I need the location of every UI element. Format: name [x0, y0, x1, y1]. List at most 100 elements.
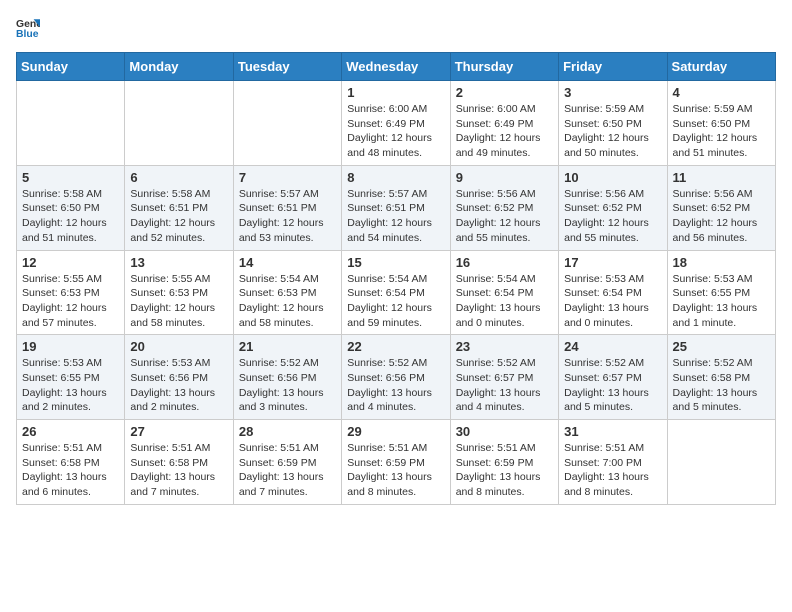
- day-info: Sunrise: 5:51 AM Sunset: 6:58 PM Dayligh…: [22, 441, 119, 500]
- page-header: General Blue: [16, 16, 776, 40]
- day-info: Sunrise: 5:51 AM Sunset: 6:59 PM Dayligh…: [347, 441, 444, 500]
- weekday-header-wednesday: Wednesday: [342, 53, 450, 81]
- day-number: 18: [673, 255, 770, 270]
- day-cell: 11 Sunrise: 5:56 AM Sunset: 6:52 PM Dayli…: [667, 165, 775, 250]
- day-number: 21: [239, 339, 336, 354]
- day-number: 9: [456, 170, 553, 185]
- weekday-header-tuesday: Tuesday: [233, 53, 341, 81]
- day-info: Sunrise: 5:54 AM Sunset: 6:53 PM Dayligh…: [239, 272, 336, 331]
- day-cell: 30 Sunrise: 5:51 AM Sunset: 6:59 PM Dayli…: [450, 420, 558, 505]
- day-cell: 16 Sunrise: 5:54 AM Sunset: 6:54 PM Dayli…: [450, 250, 558, 335]
- day-info: Sunrise: 5:58 AM Sunset: 6:51 PM Dayligh…: [130, 187, 227, 246]
- day-number: 15: [347, 255, 444, 270]
- day-cell: 6 Sunrise: 5:58 AM Sunset: 6:51 PM Daylig…: [125, 165, 233, 250]
- day-cell: [233, 81, 341, 166]
- day-number: 16: [456, 255, 553, 270]
- day-cell: 22Sunrise: 5:52 AM Sunset: 6:56 PM Dayli…: [342, 335, 450, 420]
- day-info: Sunrise: 5:53 AM Sunset: 6:55 PM Dayligh…: [673, 272, 770, 331]
- day-cell: [667, 420, 775, 505]
- day-info: Sunrise: 5:52 AM Sunset: 6:56 PM Dayligh…: [239, 356, 336, 415]
- day-number: 13: [130, 255, 227, 270]
- day-cell: 4 Sunrise: 5:59 AM Sunset: 6:50 PM Daylig…: [667, 81, 775, 166]
- day-number: 23: [456, 339, 553, 354]
- day-cell: 20Sunrise: 5:53 AM Sunset: 6:56 PM Dayli…: [125, 335, 233, 420]
- day-number: 31: [564, 424, 661, 439]
- day-info: Sunrise: 5:53 AM Sunset: 6:55 PM Dayligh…: [22, 356, 119, 415]
- day-cell: 3 Sunrise: 5:59 AM Sunset: 6:50 PM Daylig…: [559, 81, 667, 166]
- day-number: 11: [673, 170, 770, 185]
- logo-icon: General Blue: [16, 16, 40, 40]
- day-number: 1: [347, 85, 444, 100]
- week-row-2: 5 Sunrise: 5:58 AM Sunset: 6:50 PM Daylig…: [17, 165, 776, 250]
- day-number: 27: [130, 424, 227, 439]
- day-info: Sunrise: 5:54 AM Sunset: 6:54 PM Dayligh…: [347, 272, 444, 331]
- day-info: Sunrise: 5:54 AM Sunset: 6:54 PM Dayligh…: [456, 272, 553, 331]
- day-number: 10: [564, 170, 661, 185]
- day-cell: 19Sunrise: 5:53 AM Sunset: 6:55 PM Dayli…: [17, 335, 125, 420]
- day-number: 2: [456, 85, 553, 100]
- day-number: 29: [347, 424, 444, 439]
- day-number: 6: [130, 170, 227, 185]
- day-cell: 17 Sunrise: 5:53 AM Sunset: 6:54 PM Dayli…: [559, 250, 667, 335]
- day-cell: 12 Sunrise: 5:55 AM Sunset: 6:53 PM Dayli…: [17, 250, 125, 335]
- day-number: 25: [673, 339, 770, 354]
- day-cell: 26 Sunrise: 5:51 AM Sunset: 6:58 PM Dayli…: [17, 420, 125, 505]
- day-cell: 29 Sunrise: 5:51 AM Sunset: 6:59 PM Dayli…: [342, 420, 450, 505]
- day-info: Sunrise: 5:59 AM Sunset: 6:50 PM Dayligh…: [564, 102, 661, 161]
- day-info: Sunrise: 5:55 AM Sunset: 6:53 PM Dayligh…: [130, 272, 227, 331]
- day-number: 14: [239, 255, 336, 270]
- day-info: Sunrise: 5:52 AM Sunset: 6:57 PM Dayligh…: [456, 356, 553, 415]
- day-info: Sunrise: 5:55 AM Sunset: 6:53 PM Dayligh…: [22, 272, 119, 331]
- day-cell: 18 Sunrise: 5:53 AM Sunset: 6:55 PM Dayli…: [667, 250, 775, 335]
- day-info: Sunrise: 5:51 AM Sunset: 7:00 PM Dayligh…: [564, 441, 661, 500]
- logo: General Blue: [16, 16, 42, 40]
- day-number: 5: [22, 170, 119, 185]
- day-cell: 14 Sunrise: 5:54 AM Sunset: 6:53 PM Dayli…: [233, 250, 341, 335]
- day-info: Sunrise: 5:51 AM Sunset: 6:59 PM Dayligh…: [456, 441, 553, 500]
- day-info: Sunrise: 6:00 AM Sunset: 6:49 PM Dayligh…: [456, 102, 553, 161]
- day-cell: [17, 81, 125, 166]
- day-info: Sunrise: 5:51 AM Sunset: 6:59 PM Dayligh…: [239, 441, 336, 500]
- day-cell: 7 Sunrise: 5:57 AM Sunset: 6:51 PM Daylig…: [233, 165, 341, 250]
- day-cell: 5 Sunrise: 5:58 AM Sunset: 6:50 PM Daylig…: [17, 165, 125, 250]
- day-cell: 10Sunrise: 5:56 AM Sunset: 6:52 PM Dayli…: [559, 165, 667, 250]
- day-info: Sunrise: 5:59 AM Sunset: 6:50 PM Dayligh…: [673, 102, 770, 161]
- day-info: Sunrise: 5:52 AM Sunset: 6:57 PM Dayligh…: [564, 356, 661, 415]
- week-row-3: 12 Sunrise: 5:55 AM Sunset: 6:53 PM Dayli…: [17, 250, 776, 335]
- day-cell: 28 Sunrise: 5:51 AM Sunset: 6:59 PM Dayli…: [233, 420, 341, 505]
- weekday-header-monday: Monday: [125, 53, 233, 81]
- day-info: Sunrise: 5:57 AM Sunset: 6:51 PM Dayligh…: [347, 187, 444, 246]
- day-number: 12: [22, 255, 119, 270]
- day-cell: 13 Sunrise: 5:55 AM Sunset: 6:53 PM Dayli…: [125, 250, 233, 335]
- day-number: 24: [564, 339, 661, 354]
- day-number: 30: [456, 424, 553, 439]
- day-cell: 9 Sunrise: 5:56 AM Sunset: 6:52 PM Daylig…: [450, 165, 558, 250]
- day-cell: 15 Sunrise: 5:54 AM Sunset: 6:54 PM Dayli…: [342, 250, 450, 335]
- day-number: 28: [239, 424, 336, 439]
- day-info: Sunrise: 5:56 AM Sunset: 6:52 PM Dayligh…: [456, 187, 553, 246]
- day-info: Sunrise: 5:58 AM Sunset: 6:50 PM Dayligh…: [22, 187, 119, 246]
- day-info: Sunrise: 5:56 AM Sunset: 6:52 PM Dayligh…: [673, 187, 770, 246]
- day-info: Sunrise: 5:53 AM Sunset: 6:56 PM Dayligh…: [130, 356, 227, 415]
- week-row-4: 19Sunrise: 5:53 AM Sunset: 6:55 PM Dayli…: [17, 335, 776, 420]
- day-number: 3: [564, 85, 661, 100]
- svg-text:Blue: Blue: [16, 29, 39, 40]
- day-number: 8: [347, 170, 444, 185]
- weekday-header-thursday: Thursday: [450, 53, 558, 81]
- day-cell: 27Sunrise: 5:51 AM Sunset: 6:58 PM Dayli…: [125, 420, 233, 505]
- weekday-header-sunday: Sunday: [17, 53, 125, 81]
- weekday-header-row: SundayMondayTuesdayWednesdayThursdayFrid…: [17, 53, 776, 81]
- day-cell: 8 Sunrise: 5:57 AM Sunset: 6:51 PM Daylig…: [342, 165, 450, 250]
- day-number: 4: [673, 85, 770, 100]
- day-cell: 23 Sunrise: 5:52 AM Sunset: 6:57 PM Dayli…: [450, 335, 558, 420]
- day-info: Sunrise: 5:52 AM Sunset: 6:56 PM Dayligh…: [347, 356, 444, 415]
- day-number: 7: [239, 170, 336, 185]
- weekday-header-saturday: Saturday: [667, 53, 775, 81]
- day-cell: 1Sunrise: 6:00 AM Sunset: 6:49 PM Daylig…: [342, 81, 450, 166]
- day-info: Sunrise: 5:57 AM Sunset: 6:51 PM Dayligh…: [239, 187, 336, 246]
- day-cell: [125, 81, 233, 166]
- day-number: 17: [564, 255, 661, 270]
- day-info: Sunrise: 5:53 AM Sunset: 6:54 PM Dayligh…: [564, 272, 661, 331]
- day-cell: 21 Sunrise: 5:52 AM Sunset: 6:56 PM Dayli…: [233, 335, 341, 420]
- day-number: 26: [22, 424, 119, 439]
